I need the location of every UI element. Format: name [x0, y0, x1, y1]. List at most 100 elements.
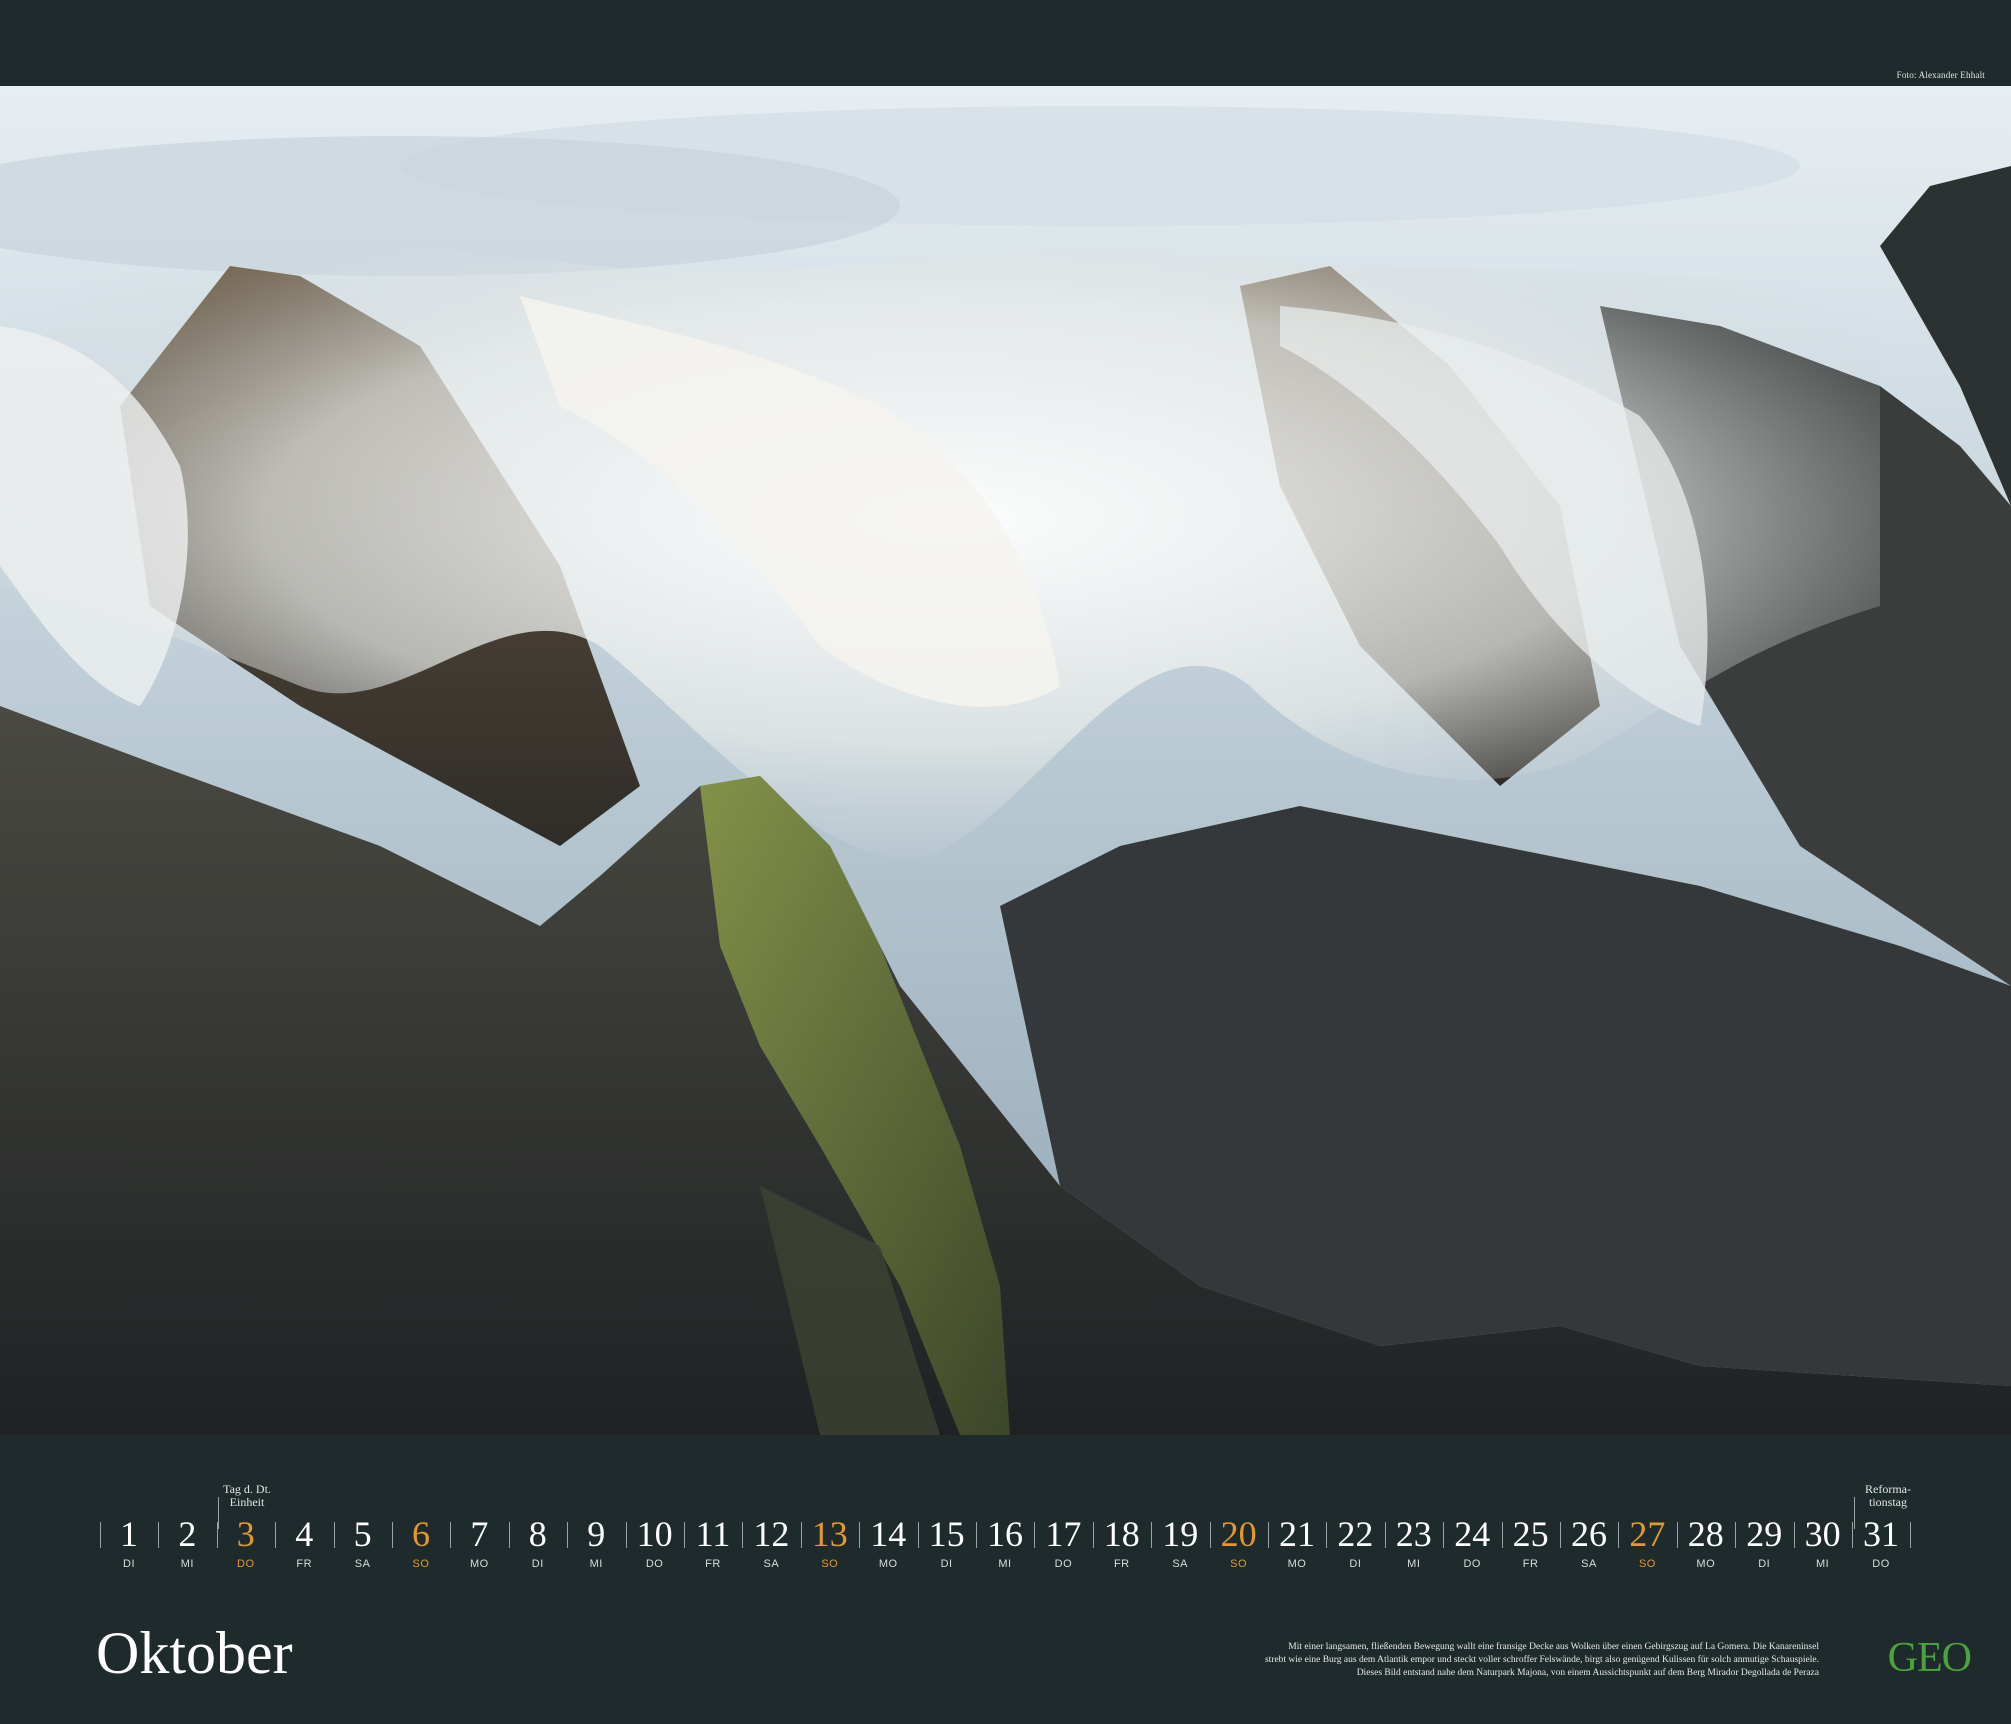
day-number: 2	[178, 1514, 197, 1554]
weekday-label: SO	[412, 1558, 430, 1570]
weekday-label: DO	[1872, 1558, 1890, 1570]
day-number: 24	[1454, 1514, 1491, 1554]
day-cell: 11 FR	[684, 1508, 742, 1578]
day-number: 6	[412, 1514, 430, 1554]
weekday-label: DI	[531, 1558, 544, 1570]
day-cell: 28 MO	[1676, 1508, 1735, 1578]
day-number: 5	[353, 1514, 372, 1554]
calendar-strip	[0, 1435, 2011, 1724]
weekday-label: DI	[1349, 1558, 1362, 1570]
day-cell: 8 DI	[508, 1508, 567, 1578]
weekday-label: FR	[296, 1558, 313, 1570]
weekday-label: MO	[878, 1558, 898, 1570]
day-cell: 18 FR	[1092, 1508, 1151, 1578]
weekday-label: SO	[1638, 1558, 1656, 1570]
day-cell: 20 SO	[1209, 1508, 1268, 1578]
photo-caption: Mit einer langsamen, fließenden Bewegung…	[1219, 1641, 1819, 1680]
day-cell: 24 DO	[1443, 1508, 1501, 1578]
day-cell: 29 DI	[1735, 1508, 1793, 1578]
day-number: 4	[295, 1514, 314, 1554]
day-number: 27	[1629, 1514, 1666, 1554]
day-cell: 16 MI	[976, 1508, 1034, 1578]
weekday-label: DO	[645, 1558, 664, 1570]
weekday-label: MI	[589, 1558, 603, 1570]
day-separator	[1910, 1522, 1912, 1548]
day-cell: 30 MI	[1793, 1508, 1852, 1578]
day-number: 10	[636, 1514, 673, 1554]
day-number: 31	[1863, 1514, 1899, 1554]
day-number: 18	[1103, 1514, 1140, 1554]
day-number: 26	[1571, 1514, 1607, 1554]
day-cell: 1 DI	[100, 1508, 158, 1578]
day-cell: 27 SO	[1618, 1508, 1676, 1578]
holiday-text-line: Einheit	[229, 1495, 265, 1509]
day-number: 8	[528, 1514, 547, 1554]
weekday-label: DI	[123, 1558, 135, 1570]
holiday-marker-line	[1854, 1497, 1855, 1529]
day-number: 12	[753, 1514, 790, 1554]
weekday-label: MO	[470, 1558, 489, 1570]
day-number: 25	[1512, 1514, 1549, 1554]
weekday-label: MO	[1287, 1558, 1307, 1570]
weekday-label: DO	[237, 1558, 255, 1570]
weekday-label: FR	[705, 1558, 721, 1570]
weekday-label: DI	[940, 1558, 953, 1570]
weekday-label: DO	[1054, 1558, 1073, 1570]
caption-line: Dieses Bild entstand nahe dem Naturpark …	[1356, 1668, 1819, 1678]
weekday-label: MI	[1407, 1558, 1421, 1570]
weekday-label: FR	[1113, 1558, 1130, 1570]
weekday-label: MI	[180, 1558, 194, 1570]
holiday-label-reformation-day: Reforma- tionstag	[1850, 1483, 1926, 1509]
weekday-label: DO	[1463, 1558, 1481, 1570]
day-cell: 15 DI	[917, 1508, 976, 1578]
day-cell: 21 MO	[1268, 1508, 1326, 1578]
day-cell: 10 DO	[625, 1508, 684, 1578]
day-number: 9	[587, 1514, 606, 1554]
day-cell: 23 MI	[1384, 1508, 1443, 1578]
caption-line: strebt wie eine Burg aus dem Atlantik em…	[1264, 1655, 1819, 1665]
photo-credit: Foto: Alexander Ehhalt	[1896, 70, 1985, 80]
weekday-label: SA	[763, 1558, 780, 1570]
holiday-marker-line	[218, 1497, 219, 1529]
day-number: 14	[870, 1514, 907, 1554]
day-cell: 14 MO	[859, 1508, 917, 1578]
day-cell: 13 SO	[800, 1508, 859, 1578]
month-title: Oktober	[96, 1620, 293, 1686]
day-number: 29	[1746, 1514, 1783, 1554]
weekday-label: DI	[1758, 1558, 1771, 1570]
day-cell: 19 SA	[1151, 1508, 1209, 1578]
weekday-label: MO	[1696, 1558, 1716, 1570]
day-cell: 2 MI	[158, 1508, 216, 1578]
weekday-label: SA	[1581, 1558, 1597, 1570]
day-number: 15	[928, 1514, 965, 1554]
weekday-label: SA	[354, 1558, 371, 1570]
weekday-label: MI	[998, 1558, 1012, 1570]
weekday-label: SA	[1172, 1558, 1189, 1570]
day-cell: 17 DO	[1034, 1508, 1092, 1578]
day-number: 23	[1395, 1514, 1432, 1554]
holiday-label-unity-day: Tag d. Dt. Einheit	[212, 1483, 282, 1509]
day-number: 21	[1279, 1514, 1315, 1554]
day-number: 22	[1337, 1514, 1374, 1554]
top-band	[0, 0, 2011, 86]
day-cell: 6 SO	[392, 1508, 450, 1578]
day-cell: 31 DO	[1852, 1508, 1910, 1578]
day-number: 13	[811, 1514, 848, 1554]
day-cell: 7 MO	[450, 1508, 508, 1578]
weekday-label: FR	[1522, 1558, 1539, 1570]
day-cell: 26 SA	[1560, 1508, 1618, 1578]
weekday-label: MI	[1815, 1558, 1830, 1570]
day-cell: 25 FR	[1501, 1508, 1560, 1578]
day-cell: 3 DO	[216, 1508, 275, 1578]
day-cell: 12 SA	[742, 1508, 800, 1578]
day-cell: 9 MI	[567, 1508, 625, 1578]
day-cell: 4 FR	[275, 1508, 333, 1578]
day-number: 30	[1804, 1514, 1841, 1554]
day-number: 20	[1220, 1514, 1257, 1554]
day-number: 28	[1687, 1514, 1724, 1554]
day-number: 17	[1045, 1514, 1082, 1554]
day-number: 16	[987, 1514, 1023, 1554]
day-cell: 5 SA	[333, 1508, 392, 1578]
holiday-text-line: tionstag	[1869, 1495, 1907, 1509]
landscape-photo	[0, 86, 2011, 1435]
